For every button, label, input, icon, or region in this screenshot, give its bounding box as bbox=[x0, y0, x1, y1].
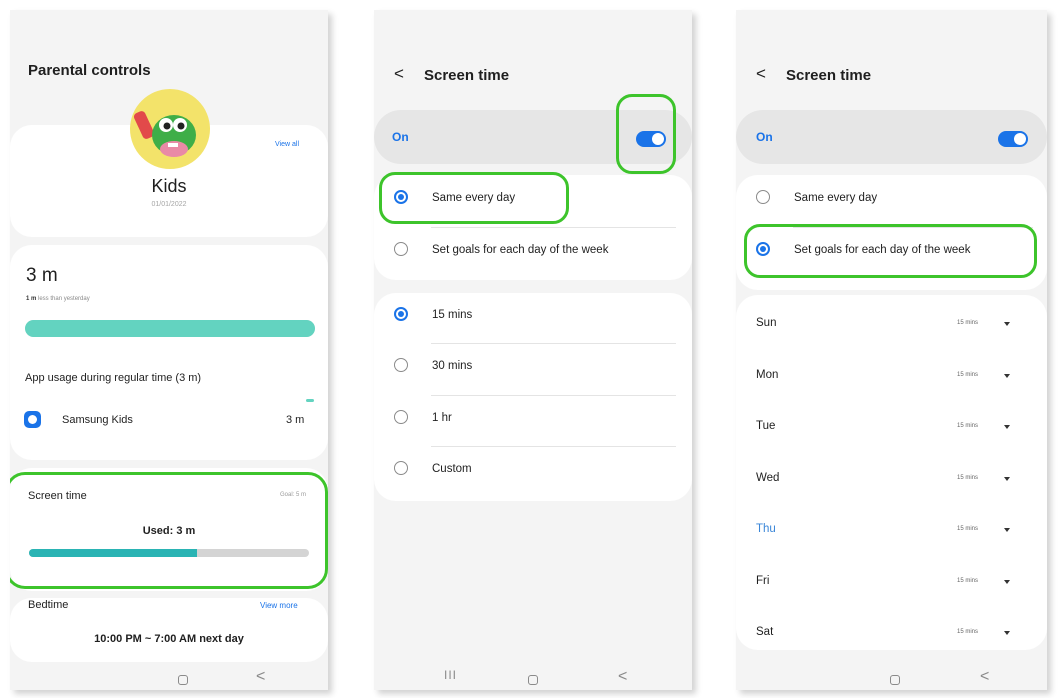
radio-goals-each-day[interactable] bbox=[394, 242, 408, 256]
day-goal-value[interactable]: 15 mins bbox=[957, 578, 978, 584]
usage-card bbox=[10, 245, 328, 460]
option-30-mins[interactable]: 30 mins bbox=[432, 360, 472, 372]
day-goal-value[interactable]: 15 mins bbox=[957, 629, 978, 635]
option-same-every-day[interactable]: Same every day bbox=[794, 192, 877, 204]
option-15-mins[interactable]: 15 mins bbox=[432, 309, 472, 321]
radio-15-mins[interactable] bbox=[394, 307, 408, 321]
radio-30-mins[interactable] bbox=[394, 358, 408, 372]
caret-down-icon[interactable] bbox=[1004, 425, 1010, 429]
day-row-mon[interactable]: Mon 15 mins bbox=[736, 361, 1047, 401]
kids-face-icon bbox=[28, 415, 37, 424]
usage-delta: 1 m less than yesterday bbox=[26, 296, 90, 302]
day-goal-value[interactable]: 15 mins bbox=[957, 372, 978, 378]
view-more-link[interactable]: View more bbox=[260, 601, 298, 610]
day-label: Fri bbox=[756, 574, 770, 587]
parental-controls-screen: Parental controls View all Kids 01/01/20… bbox=[10, 10, 328, 690]
caret-down-icon[interactable] bbox=[1004, 476, 1010, 481]
recents-button[interactable]: III bbox=[444, 668, 457, 682]
home-button[interactable] bbox=[528, 675, 538, 685]
view-all-link[interactable]: View all bbox=[275, 141, 299, 148]
day-label: Sun bbox=[756, 317, 777, 329]
day-row-tue[interactable]: Tue 15 mins bbox=[736, 412, 1047, 452]
usage-delta-value: 1 m bbox=[26, 296, 37, 302]
dinosaur-icon bbox=[133, 111, 196, 157]
day-goal-value[interactable]: 15 mins bbox=[957, 423, 978, 429]
day-label: Mon bbox=[756, 368, 779, 381]
usage-bar bbox=[25, 320, 315, 337]
back-button[interactable]: < bbox=[394, 64, 404, 84]
day-label: Wed bbox=[756, 471, 780, 484]
master-toggle-switch[interactable] bbox=[998, 131, 1028, 147]
screen-time-same-every-day-screen: < Screen time On Same every day Set goal… bbox=[374, 10, 692, 690]
caret-down-icon[interactable] bbox=[1004, 579, 1010, 584]
kids-avatar[interactable] bbox=[130, 89, 210, 169]
caret-down-icon[interactable] bbox=[1004, 528, 1010, 532]
app-usage-title: App usage during regular time (3 m) bbox=[25, 372, 202, 384]
goals-each-day-highlight bbox=[744, 224, 1037, 278]
back-button[interactable]: < bbox=[756, 64, 766, 84]
nav-back-button[interactable]: < bbox=[980, 668, 989, 686]
day-row-wed[interactable]: Wed 15 mins bbox=[736, 464, 1047, 504]
home-button[interactable] bbox=[178, 675, 188, 685]
day-label: Thu bbox=[756, 523, 776, 535]
app-time: 3 m bbox=[286, 414, 305, 426]
radio-custom[interactable] bbox=[394, 461, 408, 475]
day-row-thu[interactable]: Thu 15 mins bbox=[736, 515, 1047, 555]
page-title: Screen time bbox=[424, 67, 510, 84]
day-goal-value[interactable]: 15 mins bbox=[957, 526, 978, 532]
profile-name: Kids bbox=[151, 176, 187, 196]
same-every-day-highlight bbox=[379, 172, 569, 224]
toggle-label: On bbox=[756, 130, 773, 144]
duration-card bbox=[374, 293, 692, 501]
day-label: Tue bbox=[756, 420, 776, 432]
app-name[interactable]: Samsung Kids bbox=[62, 414, 133, 426]
day-goal-value[interactable]: 15 mins bbox=[957, 475, 978, 481]
caret-down-icon[interactable] bbox=[1004, 322, 1010, 326]
screen-time-goals-each-day-screen: < Screen time On Same every day Set goal… bbox=[736, 10, 1047, 690]
usage-total: 3 m bbox=[26, 265, 58, 286]
day-label: Sat bbox=[756, 626, 774, 638]
screen-time-highlight bbox=[10, 472, 328, 589]
samsung-kids-icon bbox=[24, 411, 41, 428]
bedtime-label: Bedtime bbox=[28, 599, 69, 611]
radio-1-hr[interactable] bbox=[394, 410, 408, 424]
app-usage-mini-bar bbox=[306, 399, 314, 402]
divider bbox=[431, 395, 676, 396]
nav-back-button[interactable]: < bbox=[256, 668, 265, 686]
day-row-fri[interactable]: Fri 15 mins bbox=[736, 567, 1047, 607]
option-1-hr[interactable]: 1 hr bbox=[432, 412, 452, 424]
toggle-label: On bbox=[392, 130, 409, 144]
page-title: Screen time bbox=[786, 67, 872, 84]
caret-down-icon[interactable] bbox=[1004, 373, 1010, 378]
caret-down-icon[interactable] bbox=[1004, 631, 1010, 635]
home-button[interactable] bbox=[890, 675, 900, 685]
divider bbox=[431, 343, 676, 344]
usage-bar-fill bbox=[25, 320, 315, 337]
page-title: Parental controls bbox=[28, 62, 151, 79]
bedtime-value: 10:00 PM ~ 7:00 AM next day bbox=[94, 633, 244, 645]
divider bbox=[431, 446, 676, 447]
day-goal-value[interactable]: 15 mins bbox=[957, 320, 978, 326]
toggle-highlight bbox=[616, 94, 676, 174]
nav-back-button[interactable]: < bbox=[618, 668, 627, 686]
divider bbox=[431, 227, 676, 228]
option-goals-each-day[interactable]: Set goals for each day of the week bbox=[432, 244, 608, 256]
usage-delta-text: less than yesterday bbox=[38, 296, 90, 302]
day-row-sun[interactable]: Sun 15 mins bbox=[736, 309, 1047, 349]
profile-date: 01/01/2022 bbox=[151, 201, 187, 208]
day-row-sat[interactable]: Sat 15 mins bbox=[736, 618, 1047, 658]
option-custom[interactable]: Custom bbox=[432, 463, 472, 475]
radio-same-every-day[interactable] bbox=[756, 190, 770, 204]
